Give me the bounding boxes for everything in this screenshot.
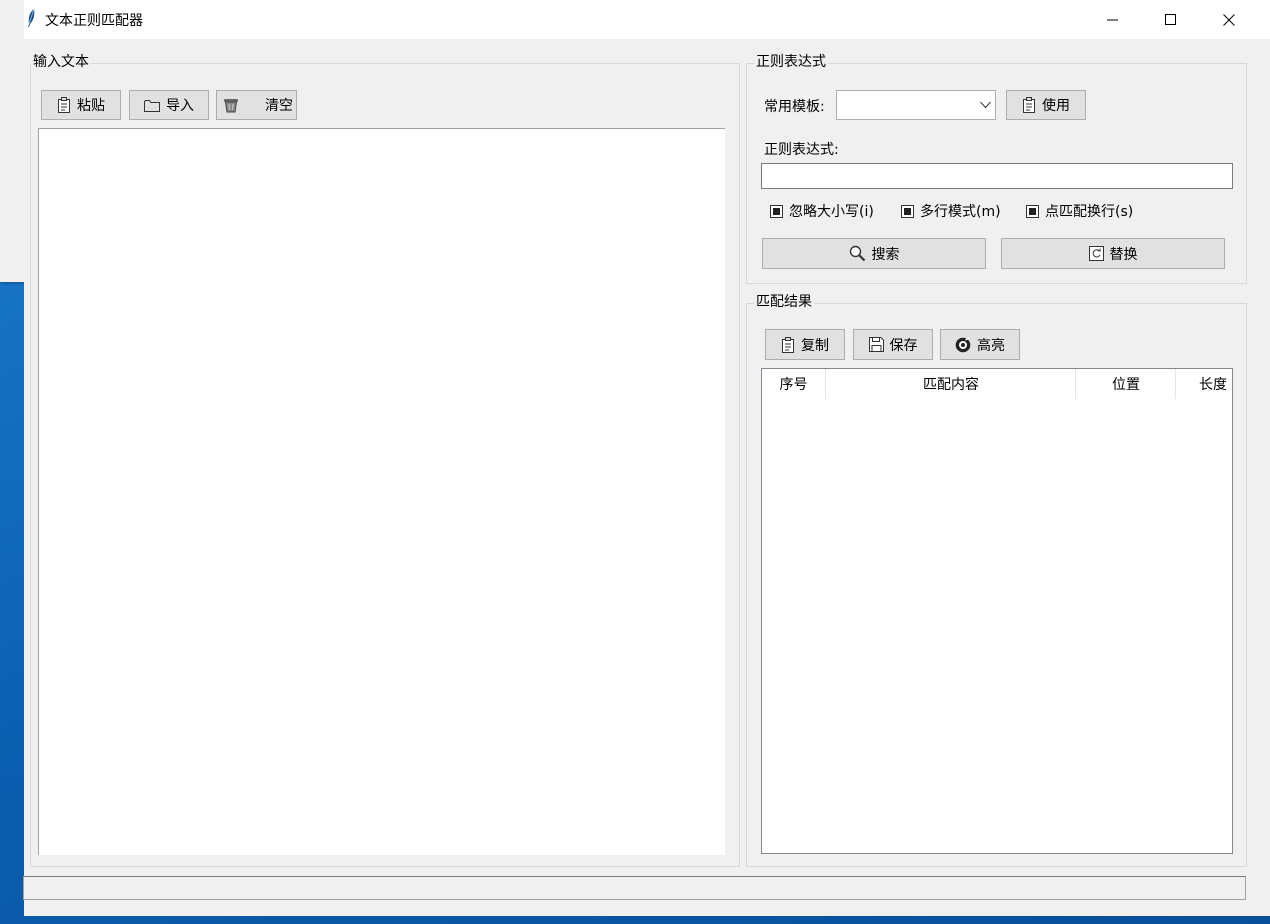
floppy-disk-icon (868, 337, 884, 352)
highlight-button[interactable]: 高亮 (940, 329, 1020, 360)
minimize-button[interactable] (1084, 0, 1142, 39)
template-select[interactable] (836, 90, 996, 120)
column-header-length[interactable]: 长度 (1176, 369, 1232, 399)
save-button-label: 保存 (889, 337, 918, 354)
paste-button[interactable]: 粘贴 (41, 90, 121, 120)
search-button[interactable]: 搜索 (762, 238, 986, 269)
palette-icon (955, 336, 971, 353)
trash-icon (223, 97, 239, 113)
results-table[interactable]: 序号 匹配内容 位置 长度 (761, 368, 1233, 854)
copy-button-label: 复制 (801, 337, 829, 354)
import-button-label: 导入 (166, 98, 194, 114)
window-title: 文本正则匹配器 (45, 13, 143, 29)
template-label: 常用模板: (764, 99, 825, 115)
use-template-button[interactable]: 使用 (1006, 90, 1086, 120)
status-bar (23, 876, 1246, 900)
save-button[interactable]: 保存 (853, 329, 933, 360)
regex-input[interactable] (761, 163, 1233, 189)
replace-button-label: 替换 (1109, 246, 1138, 263)
clipboard-icon (57, 97, 71, 113)
clipboard-icon (1022, 97, 1036, 113)
highlight-button-label: 高亮 (977, 337, 1005, 354)
checkbox-box (1026, 204, 1039, 218)
search-icon (849, 245, 866, 262)
ignore-case-checkbox[interactable]: 忽略大小写(i) (770, 201, 874, 221)
folder-icon (144, 99, 160, 112)
maximize-button[interactable] (1142, 0, 1200, 39)
ignore-case-label: 忽略大小写(i) (789, 204, 874, 220)
clipboard-icon (781, 336, 795, 353)
column-header-index[interactable]: 序号 (762, 369, 825, 399)
multiline-checkbox[interactable]: 多行模式(m) (901, 201, 1001, 221)
multiline-label: 多行模式(m) (920, 204, 1001, 220)
import-button[interactable]: 导入 (129, 90, 209, 120)
close-icon (1223, 13, 1235, 26)
minimize-icon (1107, 19, 1118, 20)
clear-button[interactable]: 清空 (216, 90, 297, 120)
maximize-icon (1165, 13, 1176, 25)
regex-legend: 正则表达式 (754, 54, 828, 70)
column-header-position[interactable]: 位置 (1076, 369, 1176, 399)
replace-button[interactable]: 替换 (1001, 238, 1225, 269)
column-header-match[interactable]: 匹配内容 (826, 369, 1076, 399)
regex-expr-label: 正则表达式: (764, 142, 839, 158)
dotall-checkbox[interactable]: 点匹配换行(s) (1026, 201, 1133, 221)
chevron-down-icon (980, 101, 991, 109)
refresh-icon (1088, 246, 1104, 261)
input-text-legend: 输入文本 (31, 54, 91, 70)
clear-button-label: 清空 (265, 98, 293, 114)
background-window (0, 0, 24, 282)
paste-button-label: 粘贴 (77, 98, 105, 114)
use-template-button-label: 使用 (1042, 98, 1070, 114)
search-button-label: 搜索 (871, 246, 900, 263)
input-textarea[interactable] (38, 128, 725, 855)
results-legend: 匹配结果 (754, 294, 814, 310)
dotall-label: 点匹配换行(s) (1045, 204, 1134, 220)
checkbox-box (901, 204, 914, 218)
close-button[interactable] (1200, 0, 1258, 39)
copy-button[interactable]: 复制 (765, 329, 845, 360)
feather-icon (28, 8, 35, 27)
checkbox-box (770, 204, 783, 218)
